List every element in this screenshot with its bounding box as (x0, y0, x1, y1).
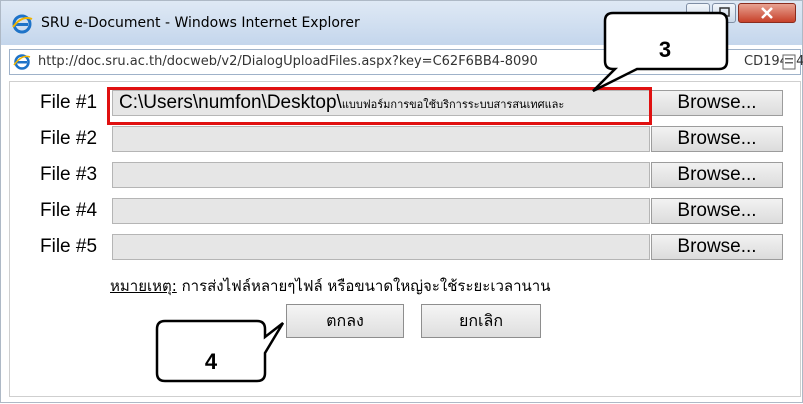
callout-4: 4 (155, 319, 285, 383)
callout-3: 3 (592, 11, 729, 93)
callout-3-number: 3 (659, 37, 671, 62)
browser-window: SRU e-Document - Windows Internet Explor… (0, 0, 803, 403)
callout-4-number: 4 (205, 349, 218, 374)
callout-overlay: 3 4 (155, 11, 729, 383)
